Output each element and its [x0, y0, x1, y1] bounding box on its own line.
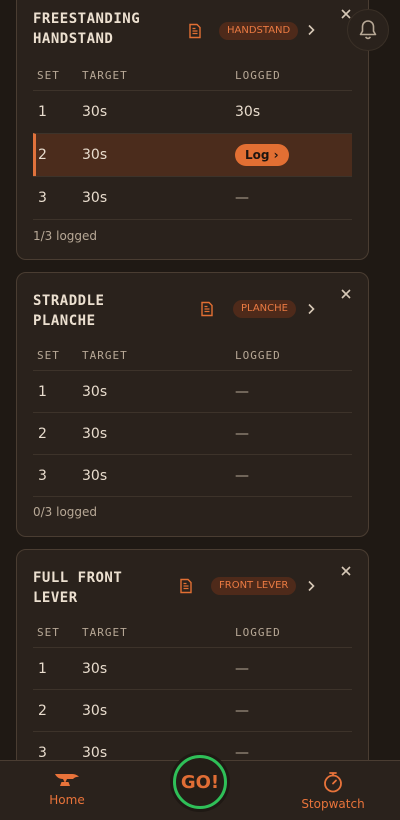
go-button[interactable]: GO! — [173, 755, 227, 809]
set-target: 30s — [82, 384, 108, 400]
exercise-card: FULL FRONT LEVER FRONT LEVER SET TARGET … — [16, 549, 369, 760]
exercise-title-line: HANDSTAND — [33, 31, 114, 47]
chevron-right-icon[interactable] — [304, 579, 318, 593]
nav-home-label: Home — [49, 793, 85, 807]
logged-summary: 0/3 logged — [33, 505, 98, 519]
set-number: 3 — [38, 468, 47, 484]
set-logged: — — [235, 661, 249, 677]
exercise-card: FREESTANDING HANDSTAND HANDSTAND SET TAR… — [16, 0, 369, 260]
close-icon[interactable] — [339, 564, 353, 578]
table-row-active: 2 30s Log › — [33, 133, 352, 176]
set-number: 2 — [38, 426, 47, 442]
note-icon[interactable] — [199, 301, 215, 317]
table-divider — [33, 219, 352, 220]
table-row: 2 30s — — [33, 412, 352, 454]
chevron-right-icon[interactable] — [304, 23, 318, 37]
workout-list[interactable]: FREESTANDING HANDSTAND HANDSTAND SET TAR… — [0, 0, 400, 760]
set-logged: — — [235, 426, 249, 442]
category-tag: FRONT LEVER — [211, 577, 297, 595]
set-number: 2 — [38, 147, 47, 163]
bottom-navigation: Home GO! Stopwatch — [0, 755, 400, 820]
set-logged: — — [235, 703, 249, 719]
set-number: 3 — [38, 745, 47, 760]
set-number: 1 — [38, 384, 47, 400]
set-target: 30s — [82, 745, 108, 760]
set-logged: — — [235, 745, 249, 760]
bell-icon — [359, 20, 377, 40]
close-icon[interactable] — [339, 287, 353, 301]
column-header-target: TARGET — [82, 349, 128, 362]
column-header-set: SET — [37, 349, 60, 362]
log-set-button[interactable]: Log › — [235, 144, 289, 166]
exercise-title: FULL FRONT LEVER — [33, 568, 122, 608]
set-number: 2 — [38, 703, 47, 719]
set-logged: — — [235, 384, 249, 400]
set-target: 30s — [82, 703, 108, 719]
exercise-title-line: STRADDLE — [33, 293, 105, 309]
category-tag: HANDSTAND — [219, 22, 299, 40]
set-target: 30s — [82, 468, 108, 484]
table-row: 3 30s — — [33, 454, 352, 496]
set-number: 3 — [38, 190, 47, 206]
logged-summary: 1/3 logged — [33, 229, 98, 243]
sets-table-header: SET TARGET LOGGED — [37, 623, 352, 643]
column-header-set: SET — [37, 69, 60, 82]
set-number: 1 — [38, 104, 47, 120]
column-header-set: SET — [37, 626, 60, 639]
table-row: 1 30s 30s — [33, 90, 352, 133]
category-tag: PLANCHE — [233, 300, 296, 318]
nav-stopwatch[interactable]: Stopwatch — [296, 761, 370, 820]
exercise-title: FREESTANDING HANDSTAND — [33, 9, 140, 49]
set-logged: 30s — [235, 104, 261, 120]
nav-home[interactable]: Home — [35, 761, 99, 820]
stopwatch-icon — [324, 772, 342, 793]
set-target: 30s — [82, 104, 108, 120]
exercise-title-line: FULL FRONT — [33, 570, 123, 586]
column-header-logged: LOGGED — [235, 626, 281, 639]
notifications-button[interactable] — [347, 9, 389, 51]
sets-table-header: SET TARGET LOGGED — [37, 346, 352, 366]
set-target: 30s — [82, 426, 108, 442]
set-logged: — — [235, 468, 249, 484]
set-number: 1 — [38, 661, 47, 677]
note-icon[interactable] — [178, 578, 194, 594]
chevron-right-icon[interactable] — [304, 302, 318, 316]
nav-stopwatch-label: Stopwatch — [301, 797, 365, 811]
column-header-logged: LOGGED — [235, 69, 281, 82]
column-header-target: TARGET — [82, 69, 128, 82]
set-logged: — — [235, 190, 249, 206]
exercise-title: STRADDLE PLANCHE — [33, 291, 104, 331]
column-header-logged: LOGGED — [235, 349, 281, 362]
exercise-card: STRADDLE PLANCHE PLANCHE SET TARGET LOGG… — [16, 272, 369, 537]
table-row: 2 30s — — [33, 689, 352, 731]
table-row: 1 30s — — [33, 370, 352, 412]
set-target: 30s — [82, 147, 108, 163]
table-divider — [33, 496, 352, 497]
set-target: 30s — [82, 190, 108, 206]
table-row: 3 30s — — [33, 176, 352, 219]
set-target: 30s — [82, 661, 108, 677]
exercise-title-line: PLANCHE — [33, 313, 96, 329]
table-row: 1 30s — — [33, 647, 352, 689]
anvil-icon — [55, 774, 79, 786]
sets-table-header: SET TARGET LOGGED — [37, 66, 352, 86]
column-header-target: TARGET — [82, 626, 128, 639]
exercise-title-line: LEVER — [33, 590, 78, 606]
note-icon[interactable] — [187, 23, 203, 39]
exercise-title-line: FREESTANDING — [33, 11, 141, 27]
